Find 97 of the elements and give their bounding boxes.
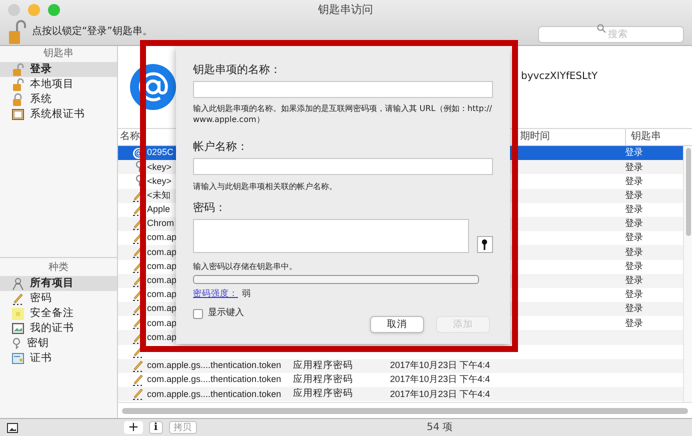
key-button[interactable] (476, 236, 493, 253)
section-header: 钥匙串 (42, 46, 74, 61)
sidebar-item[interactable]: 登录 (0, 62, 117, 77)
table-cell: com.ap (147, 289, 177, 300)
table-cell: <key> (147, 176, 172, 186)
sidebar-item[interactable]: 系统 (0, 92, 117, 107)
table-cell: com.ap (147, 260, 177, 271)
unlocked-padlock-icon (12, 78, 24, 91)
table-cell: <key> (147, 162, 172, 172)
pen-icon (12, 292, 24, 304)
sidebar-item[interactable]: 系统根证书 (0, 107, 117, 122)
sidebar-item[interactable]: 我的证书 (0, 321, 117, 336)
table-cell: 2017年10月23日 下午4:4 (390, 374, 490, 384)
window-title: 钥匙串访问 (318, 2, 373, 18)
table-cell: 应用程序密码 (293, 374, 353, 385)
sidebar-item[interactable]: 所有项目 (0, 276, 117, 291)
picture-icon[interactable] (7, 422, 18, 432)
sidebar-item[interactable]: 密钥 (0, 336, 117, 351)
padlock-icon (12, 93, 24, 106)
at-sign-icon (130, 64, 176, 110)
table-cell: com.ap (147, 246, 177, 257)
sidebar-item[interactable]: 本地项目 (0, 77, 117, 92)
scrollbar-thumb[interactable] (686, 148, 690, 236)
table-cell: 登录 (625, 147, 643, 158)
key-icon (481, 239, 488, 250)
table-cell: 0295C (147, 147, 174, 158)
table-cell: com.ap (147, 275, 177, 286)
table-cell: com.ap (147, 232, 177, 242)
table-cell: com.ap (147, 332, 177, 342)
strength-value: 弱 (242, 288, 251, 301)
table-cell: 登录 (625, 162, 643, 172)
table-cell: com.apple.gs....thentication.token (147, 374, 282, 384)
strength-link[interactable]: 密码强度： (193, 288, 238, 301)
table-cell: 登录 (625, 190, 643, 200)
item-name: byvczXIYfESLtY (521, 70, 598, 84)
close-icon[interactable] (8, 4, 20, 16)
table-cell: 登录 (625, 204, 643, 214)
pen-icon (132, 360, 144, 372)
search-icon (597, 24, 606, 32)
table-cell: com.ap (147, 318, 177, 328)
certificate-icon (12, 353, 24, 364)
table-cell: 登录 (625, 289, 643, 300)
checkbox[interactable] (193, 308, 203, 318)
field-label: 钥匙串项的名称： (193, 62, 282, 78)
pen-icon (132, 374, 144, 386)
checkbox-label: 显示键入 (208, 306, 244, 320)
password-field[interactable] (193, 219, 469, 253)
table-cell: 登录 (625, 246, 643, 257)
unlocked-padlock-icon[interactable] (8, 20, 26, 44)
search-field[interactable]: 搜索 (538, 26, 684, 42)
table-row[interactable]: com.apple.gs....thentication.token 应用程序密码 2017年10月23日 下午4:4 (118, 387, 683, 402)
table-cell: 登录 (625, 218, 643, 228)
table-cell: 登录 (625, 275, 643, 286)
unlocked-padlock-icon (12, 63, 24, 76)
key-icon (12, 338, 21, 350)
certificate-icon (12, 323, 24, 334)
input-field[interactable] (193, 158, 493, 175)
note-icon (12, 308, 24, 320)
field-label: 帐户名称： (193, 139, 249, 155)
table-cell: 2017年10月23日 下午4:4 (390, 388, 490, 399)
table-cell: 登录 (625, 232, 643, 242)
table-cell: Chrom (147, 218, 174, 228)
sidebar-item[interactable]: 密码 (0, 291, 117, 306)
scrollbar-thumb[interactable] (122, 408, 688, 414)
lock-hint: 点按以锁定“登录”钥匙串。 (32, 24, 152, 39)
sidebar-item[interactable]: 证书 (0, 351, 117, 366)
table-cell: 登录 (625, 260, 643, 271)
table-cell: 登录 (625, 303, 643, 314)
sidebar-item[interactable]: 安全备注 (0, 306, 117, 321)
table-cell: <未知 (147, 190, 170, 200)
people-icon (12, 278, 24, 290)
zoom-icon[interactable] (48, 4, 60, 16)
section-header: 种类 (48, 260, 70, 275)
help-text: 输入密码以存储在钥匙串中。 (193, 261, 298, 272)
pen-icon (132, 346, 144, 358)
table-cell: 2017年10月23日 下午4:4 (390, 360, 490, 370)
help-text: 输入此钥匙串项的名称。如果添加的是互联网密码项，请输入其 URL（例如：http://www.apple.com） (193, 103, 493, 125)
table-cell: 应用程序密码 (293, 360, 353, 371)
minimize-icon[interactable] (28, 4, 40, 16)
add-button[interactable]: + (124, 421, 143, 434)
item-count: 54 项 (426, 421, 453, 435)
table-row[interactable]: com.apple.gs....thentication.token 应用程序密码 2017年10月23日 下午4:4 (118, 358, 683, 373)
table-cell: 登录 (625, 318, 643, 328)
table-cell: com.ap (147, 303, 177, 314)
table-cell: com.apple.gs....thentication.token (147, 388, 282, 399)
cancel-button[interactable]: 取消 (370, 316, 424, 334)
help-text: 请输入与此钥匙串项相关联的帐户名称。 (193, 181, 338, 192)
field-label: 密码： (193, 200, 227, 216)
table-cell: com.apple.gs....thentication.token (147, 360, 282, 370)
input-field[interactable] (193, 81, 493, 98)
table-cell: 应用程序密码 (293, 388, 353, 400)
table-cell: Apple (147, 204, 170, 214)
pen-icon (132, 388, 144, 400)
column-header[interactable]: 钥匙串 (625, 129, 692, 145)
cabinet-icon (12, 109, 24, 120)
table-cell: 登录 (625, 176, 643, 186)
info-button[interactable]: i (148, 421, 163, 434)
